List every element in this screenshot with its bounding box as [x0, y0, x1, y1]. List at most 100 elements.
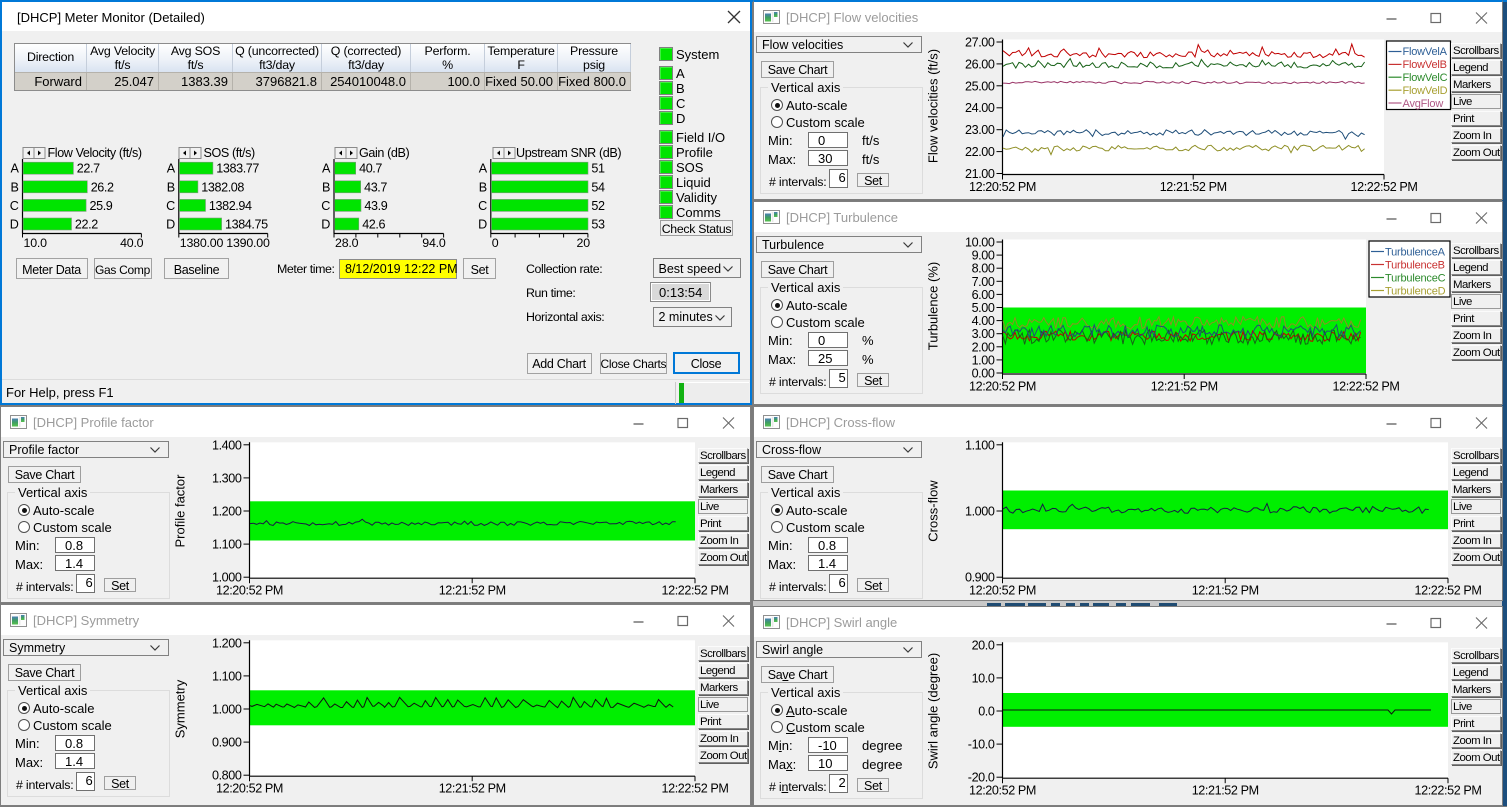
svg-text:1.100: 1.100	[965, 438, 995, 452]
svg-text:12:22:52 PM: 12:22:52 PM	[1332, 380, 1399, 394]
svg-text:25.00: 25.00	[965, 79, 995, 93]
svg-text:1.200: 1.200	[212, 505, 242, 519]
svg-text:C: C	[478, 199, 487, 213]
svg-text:0: 0	[492, 236, 499, 250]
svg-text:B: B	[479, 180, 487, 194]
svg-text:43.9: 43.9	[364, 199, 387, 213]
svg-text:20: 20	[577, 236, 591, 250]
svg-text:1384.75: 1384.75	[225, 218, 268, 232]
svg-text:1.100: 1.100	[212, 669, 242, 683]
svg-text:Upstream SNR (dB): Upstream SNR (dB)	[516, 146, 621, 160]
svg-text:A: A	[322, 162, 331, 176]
svg-text:Gain (dB): Gain (dB)	[359, 146, 409, 160]
svg-text:12:22:52 PM: 12:22:52 PM	[1414, 784, 1481, 798]
svg-text:TurbulenceB: TurbulenceB	[1385, 259, 1445, 271]
svg-text:12:20:52 PM: 12:20:52 PM	[969, 584, 1036, 598]
svg-text:12:20:52 PM: 12:20:52 PM	[969, 380, 1036, 394]
svg-text:10.00: 10.00	[965, 236, 995, 250]
svg-text:4.00: 4.00	[972, 314, 995, 328]
svg-text:1380.00: 1380.00	[180, 236, 224, 250]
svg-text:12:21:52 PM: 12:21:52 PM	[1192, 784, 1259, 798]
svg-text:5.00: 5.00	[972, 301, 995, 315]
svg-text:1.200: 1.200	[212, 636, 242, 650]
svg-text:1.000: 1.000	[212, 703, 242, 717]
svg-text:22.2: 22.2	[75, 218, 98, 232]
svg-text:12:20:52 PM: 12:20:52 PM	[969, 180, 1036, 194]
svg-text:Flow Velocity (ft/s): Flow Velocity (ft/s)	[48, 146, 142, 160]
svg-text:10.0: 10.0	[24, 236, 48, 250]
svg-text:1383.77: 1383.77	[216, 162, 259, 176]
svg-text:TurbulenceD: TurbulenceD	[1385, 285, 1446, 297]
svg-text:FlowVelC: FlowVelC	[1403, 72, 1448, 84]
svg-text:12:21:52 PM: 12:21:52 PM	[1192, 584, 1259, 598]
svg-text:40.7: 40.7	[359, 162, 382, 176]
svg-text:0.00: 0.00	[972, 367, 995, 381]
svg-text:12:21:52 PM: 12:21:52 PM	[439, 584, 506, 598]
svg-text:1382.94: 1382.94	[209, 199, 252, 213]
svg-text:8.00: 8.00	[972, 262, 995, 276]
svg-text:40.0: 40.0	[120, 236, 144, 250]
svg-text:27.00: 27.00	[965, 36, 995, 50]
svg-text:12:21:52 PM: 12:21:52 PM	[439, 782, 506, 796]
svg-text:21.00: 21.00	[965, 167, 995, 181]
svg-text:94.0: 94.0	[422, 236, 446, 250]
svg-text:TurbulenceC: TurbulenceC	[1385, 272, 1446, 284]
svg-text:23.00: 23.00	[965, 123, 995, 137]
svg-text:12:20:52 PM: 12:20:52 PM	[216, 584, 283, 598]
svg-text:1.300: 1.300	[212, 471, 242, 485]
svg-text:TurbulenceA: TurbulenceA	[1385, 246, 1446, 258]
svg-text:B: B	[322, 180, 330, 194]
svg-text:53: 53	[591, 218, 605, 232]
svg-text:0.0: 0.0	[978, 705, 995, 719]
svg-text:24.00: 24.00	[965, 101, 995, 115]
svg-text:3.00: 3.00	[972, 327, 995, 341]
svg-text:FlowVelA: FlowVelA	[1403, 46, 1448, 58]
svg-text:22.7: 22.7	[77, 162, 100, 176]
svg-text:12:22:52 PM: 12:22:52 PM	[661, 782, 728, 796]
svg-text:-20.0: -20.0	[968, 771, 995, 785]
svg-text:D: D	[478, 218, 487, 232]
svg-text:B: B	[167, 180, 175, 194]
svg-text:26.2: 26.2	[91, 180, 114, 194]
svg-text:D: D	[321, 218, 330, 232]
svg-text:22.00: 22.00	[965, 145, 995, 159]
svg-text:D: D	[10, 218, 19, 232]
svg-text:12:20:52 PM: 12:20:52 PM	[216, 782, 283, 796]
svg-text:6.00: 6.00	[972, 288, 995, 302]
svg-text:10.0: 10.0	[972, 671, 995, 685]
svg-text:25.9: 25.9	[90, 199, 113, 213]
svg-text:-10.0: -10.0	[968, 738, 995, 752]
svg-text:12:20:52 PM: 12:20:52 PM	[969, 784, 1036, 798]
svg-text:B: B	[11, 180, 19, 194]
svg-text:2.00: 2.00	[972, 340, 995, 354]
svg-text:AvgFlow: AvgFlow	[1403, 98, 1444, 110]
svg-text:12:22:52 PM: 12:22:52 PM	[1350, 180, 1417, 194]
svg-text:1.00: 1.00	[972, 353, 995, 367]
svg-text:C: C	[321, 199, 330, 213]
svg-text:FlowVelD: FlowVelD	[1403, 85, 1448, 97]
svg-text:0.900: 0.900	[965, 571, 995, 585]
svg-text:1382.08: 1382.08	[201, 180, 244, 194]
svg-text:SOS (ft/s): SOS (ft/s)	[204, 146, 255, 160]
svg-text:0.800: 0.800	[212, 769, 242, 783]
svg-text:43.7: 43.7	[364, 180, 387, 194]
svg-text:1.100: 1.100	[212, 538, 242, 552]
svg-text:51: 51	[591, 162, 605, 176]
svg-text:7.00: 7.00	[972, 275, 995, 289]
svg-text:26.00: 26.00	[965, 57, 995, 71]
svg-text:20.0: 20.0	[972, 638, 995, 652]
svg-text:12:21:52 PM: 12:21:52 PM	[1151, 380, 1218, 394]
svg-text:A: A	[167, 162, 176, 176]
svg-text:12:22:52 PM: 12:22:52 PM	[1414, 584, 1481, 598]
svg-text:A: A	[479, 162, 488, 176]
svg-text:1.000: 1.000	[212, 571, 242, 585]
svg-text:1.000: 1.000	[965, 505, 995, 519]
svg-text:C: C	[166, 199, 175, 213]
svg-text:C: C	[10, 199, 19, 213]
svg-text:54: 54	[591, 180, 605, 194]
svg-text:12:21:52 PM: 12:21:52 PM	[1160, 180, 1227, 194]
svg-text:28.0: 28.0	[335, 236, 359, 250]
svg-text:D: D	[166, 218, 175, 232]
svg-text:1.400: 1.400	[212, 438, 242, 452]
svg-text:42.6: 42.6	[362, 218, 385, 232]
